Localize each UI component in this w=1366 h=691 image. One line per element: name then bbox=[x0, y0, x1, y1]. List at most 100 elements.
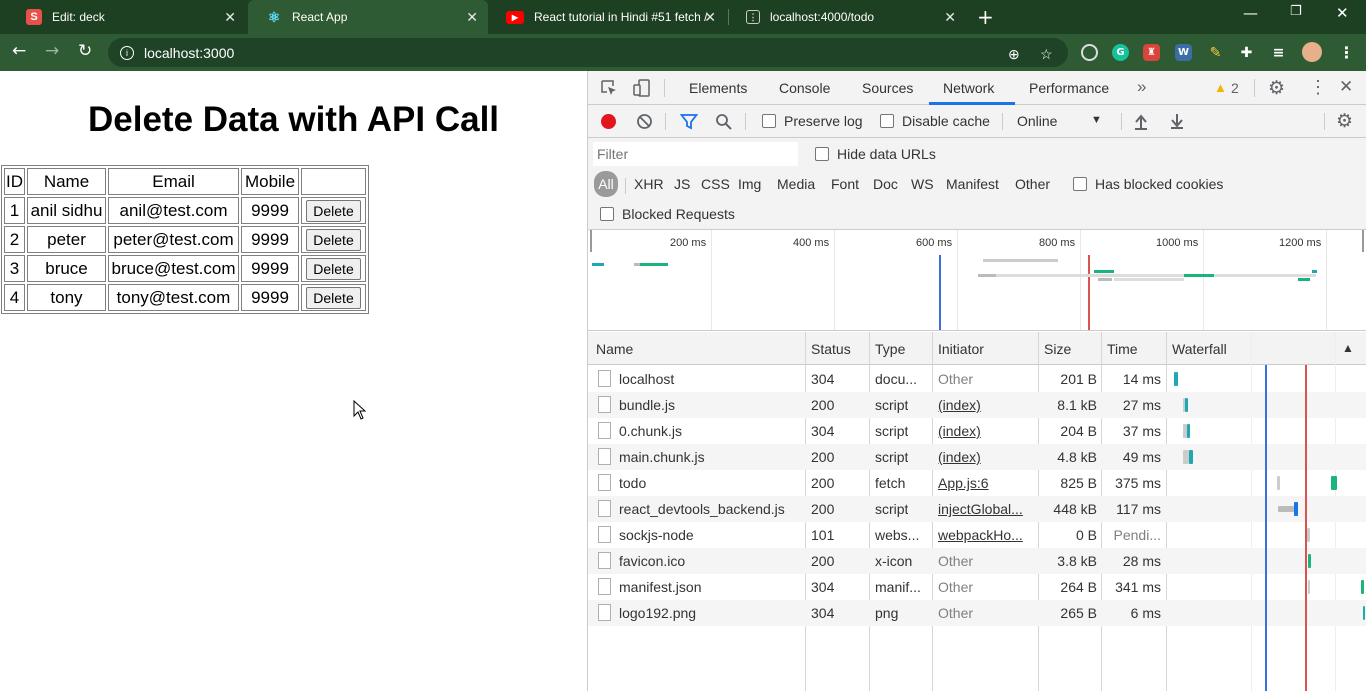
export-har-icon[interactable] bbox=[1169, 112, 1185, 129]
filter-type-img[interactable]: Img bbox=[738, 176, 761, 192]
request-row[interactable]: sockjs-node 101 webs... webpackHo... 0 B… bbox=[588, 522, 1366, 548]
browser-tab-localhost-todo[interactable]: ⋮ localhost:4000/todo ✕ bbox=[728, 0, 966, 34]
filter-type-font[interactable]: Font bbox=[831, 176, 859, 192]
bookmark-star-icon[interactable]: ☆ bbox=[1040, 46, 1053, 63]
request-row[interactable]: react_devtools_backend.js 200 script inj… bbox=[588, 496, 1366, 522]
filter-type-all[interactable]: All bbox=[594, 171, 618, 197]
has-blocked-cookies-label[interactable]: Has blocked cookies bbox=[1095, 176, 1223, 192]
back-arrow-icon[interactable]: ← bbox=[12, 41, 26, 61]
preserve-log-label[interactable]: Preserve log bbox=[784, 113, 863, 129]
extension-red-icon[interactable]: ♜ bbox=[1143, 44, 1160, 61]
tab-elements[interactable]: Elements bbox=[689, 80, 747, 96]
request-row[interactable]: localhost 304 docu... Other 201 B 14 ms bbox=[588, 366, 1366, 392]
extension-circle-icon[interactable] bbox=[1081, 44, 1098, 61]
request-initiator-link[interactable]: (index) bbox=[938, 423, 981, 439]
record-button[interactable] bbox=[601, 114, 616, 129]
tab-network[interactable]: Network bbox=[943, 80, 994, 96]
disable-cache-checkbox[interactable] bbox=[880, 114, 894, 128]
delete-button[interactable]: Delete bbox=[306, 257, 361, 280]
delete-button[interactable]: Delete bbox=[306, 228, 361, 251]
column-header-type[interactable]: Type bbox=[875, 341, 905, 357]
menu-kebab-icon[interactable]: ⋮ bbox=[1338, 43, 1355, 62]
chevron-down-icon[interactable]: ▼ bbox=[1091, 114, 1102, 126]
tab-console[interactable]: Console bbox=[779, 80, 830, 96]
device-toolbar-icon[interactable] bbox=[632, 78, 652, 98]
overview-handle[interactable] bbox=[590, 230, 592, 252]
address-bar[interactable]: i localhost:3000 ⊕ ☆ bbox=[108, 38, 1068, 67]
extensions-puzzle-icon[interactable]: ✚ bbox=[1238, 44, 1255, 61]
has-blocked-cookies-checkbox[interactable] bbox=[1073, 177, 1087, 191]
settings-gear-icon[interactable]: ⚙ bbox=[1268, 77, 1285, 100]
zoom-icon[interactable]: ⊕ bbox=[1008, 46, 1020, 63]
request-row[interactable]: bundle.js 200 script (index) 8.1 kB 27 m… bbox=[588, 392, 1366, 418]
minimize-icon[interactable]: — bbox=[1243, 4, 1258, 22]
request-initiator-link[interactable]: webpackHo... bbox=[938, 527, 1034, 543]
column-header-status[interactable]: Status bbox=[811, 341, 851, 357]
clear-icon[interactable] bbox=[636, 113, 653, 130]
filter-type-manifest[interactable]: Manifest bbox=[946, 176, 999, 192]
search-icon[interactable] bbox=[715, 113, 733, 131]
grammarly-icon[interactable]: G bbox=[1112, 44, 1129, 61]
blocked-requests-checkbox[interactable] bbox=[600, 207, 614, 221]
request-row[interactable]: main.chunk.js 200 script (index) 4.8 kB … bbox=[588, 444, 1366, 470]
preserve-log-checkbox[interactable] bbox=[762, 114, 776, 128]
request-row[interactable]: manifest.json 304 manif... Other 264 B 3… bbox=[588, 574, 1366, 600]
request-row[interactable]: logo192.png 304 png Other 265 B 6 ms bbox=[588, 600, 1366, 626]
more-tabs-icon[interactable]: » bbox=[1137, 77, 1146, 97]
column-header-time[interactable]: Time bbox=[1107, 341, 1138, 357]
tab-sources[interactable]: Sources bbox=[862, 80, 913, 96]
warning-icon[interactable]: ▲ bbox=[1214, 80, 1227, 95]
window-close-icon[interactable]: ✕ bbox=[1336, 4, 1349, 22]
request-initiator-link[interactable]: (index) bbox=[938, 397, 981, 413]
extension-w-icon[interactable]: W bbox=[1175, 44, 1192, 61]
overview-handle[interactable] bbox=[1362, 230, 1364, 252]
reload-icon[interactable]: ↻ bbox=[78, 41, 92, 61]
restore-icon[interactable]: ❐ bbox=[1290, 4, 1302, 19]
close-tab-icon[interactable]: ✕ bbox=[704, 9, 716, 26]
filter-funnel-icon[interactable] bbox=[680, 113, 698, 130]
blocked-requests-label[interactable]: Blocked Requests bbox=[622, 206, 735, 222]
close-devtools-icon[interactable]: ✕ bbox=[1339, 77, 1353, 97]
site-info-icon[interactable]: i bbox=[120, 45, 134, 60]
media-queue-icon[interactable]: ≡ bbox=[1270, 44, 1287, 61]
sort-ascending-icon[interactable]: ▲ bbox=[1342, 341, 1354, 355]
browser-tab-react-app[interactable]: ⚛ React App ✕ bbox=[248, 0, 488, 34]
filter-input[interactable] bbox=[593, 142, 798, 166]
network-settings-gear-icon[interactable]: ⚙ bbox=[1336, 110, 1353, 133]
disable-cache-label[interactable]: Disable cache bbox=[902, 113, 990, 129]
profile-avatar[interactable] bbox=[1302, 42, 1322, 62]
browser-tab-edit-deck[interactable]: S Edit: deck ✕ bbox=[8, 0, 246, 34]
request-row[interactable]: 0.chunk.js 304 script (index) 204 B 37 m… bbox=[588, 418, 1366, 444]
request-initiator-link[interactable]: (index) bbox=[938, 449, 981, 465]
forward-arrow-icon[interactable]: → bbox=[45, 41, 59, 61]
request-row[interactable]: todo 200 fetch App.js:6 825 B 375 ms bbox=[588, 470, 1366, 496]
new-tab-icon[interactable]: + bbox=[977, 5, 994, 29]
filter-type-media[interactable]: Media bbox=[777, 176, 815, 192]
hide-data-urls-checkbox[interactable] bbox=[815, 147, 829, 161]
request-row[interactable]: favicon.ico 200 x-icon Other 3.8 kB 28 m… bbox=[588, 548, 1366, 574]
filter-type-other[interactable]: Other bbox=[1015, 176, 1050, 192]
delete-button[interactable]: Delete bbox=[306, 199, 361, 222]
browser-tab-youtube[interactable]: ▶ React tutorial in Hindi #51 fetch / ✕ bbox=[488, 0, 726, 34]
filter-type-ws[interactable]: WS bbox=[911, 176, 934, 192]
column-header-name[interactable]: Name bbox=[596, 341, 633, 357]
throttling-select[interactable]: Online bbox=[1017, 113, 1057, 129]
filter-type-js[interactable]: JS bbox=[674, 176, 690, 192]
filter-type-xhr[interactable]: XHR bbox=[634, 176, 664, 192]
filter-type-doc[interactable]: Doc bbox=[873, 176, 898, 192]
filter-type-css[interactable]: CSS bbox=[701, 176, 730, 192]
tab-performance[interactable]: Performance bbox=[1029, 80, 1109, 96]
close-tab-icon[interactable]: ✕ bbox=[944, 9, 956, 26]
column-header-waterfall[interactable]: Waterfall bbox=[1172, 341, 1227, 357]
network-overview-timeline[interactable]: 200 ms 400 ms 600 ms 800 ms 1000 ms 1200… bbox=[588, 230, 1366, 331]
inspect-element-icon[interactable] bbox=[600, 79, 618, 97]
column-header-size[interactable]: Size bbox=[1044, 341, 1071, 357]
pencil-extension-icon[interactable]: ✎ bbox=[1207, 44, 1224, 61]
request-initiator-link[interactable]: App.js:6 bbox=[938, 475, 989, 491]
devtools-menu-icon[interactable]: ⋮ bbox=[1309, 77, 1327, 98]
close-tab-icon[interactable]: ✕ bbox=[466, 9, 478, 26]
delete-button[interactable]: Delete bbox=[306, 286, 361, 309]
column-header-initiator[interactable]: Initiator bbox=[938, 341, 984, 357]
request-initiator-link[interactable]: injectGlobal... bbox=[938, 501, 1034, 517]
close-tab-icon[interactable]: ✕ bbox=[224, 9, 236, 26]
